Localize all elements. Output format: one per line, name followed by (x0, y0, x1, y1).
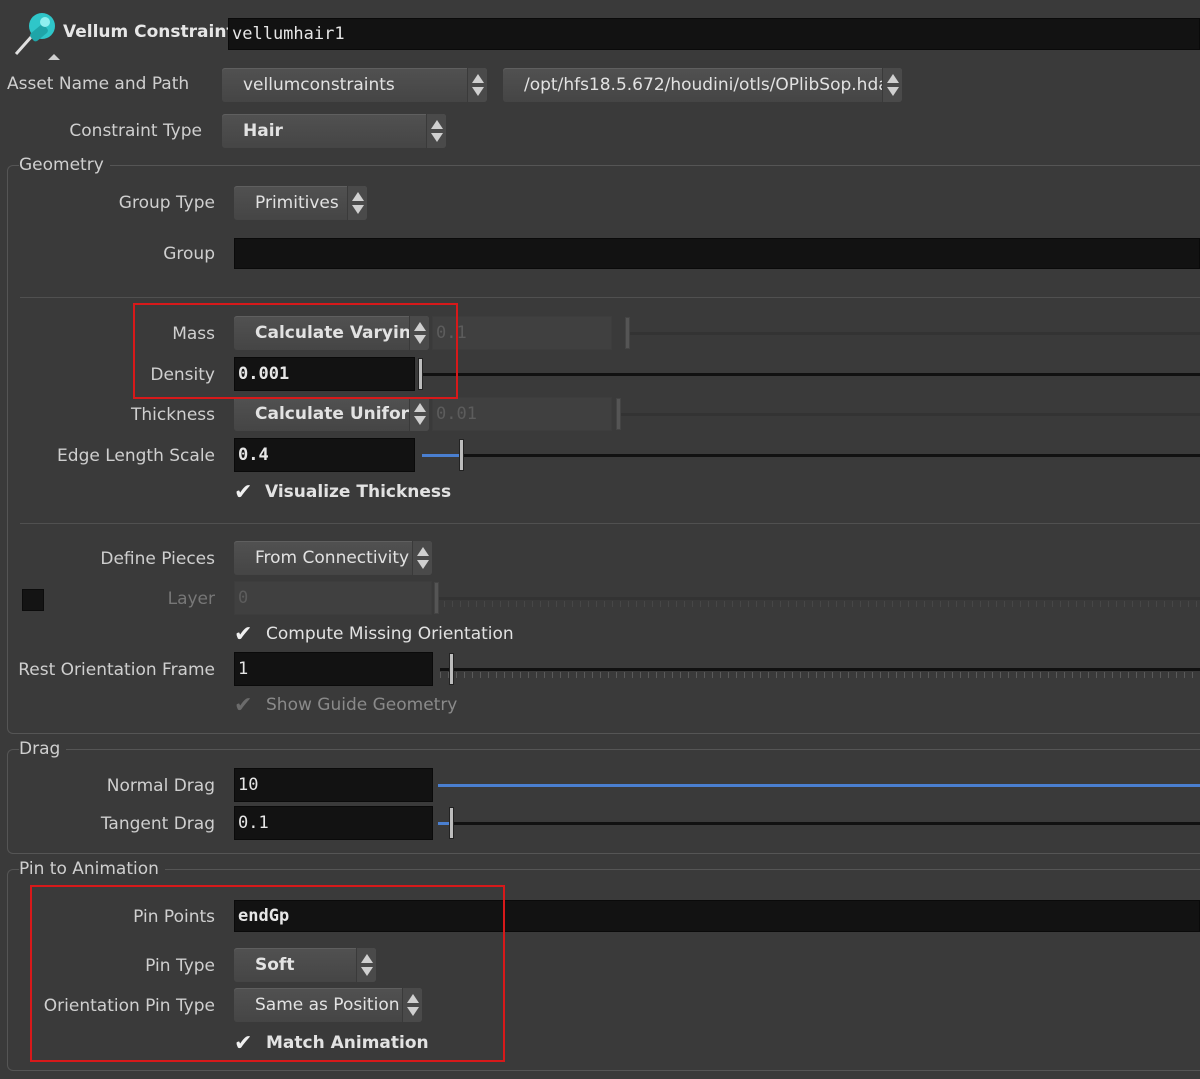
thickness-slider-handle (616, 398, 621, 430)
thickness-label: Thickness (130, 405, 215, 425)
updown-arrows-icon (882, 68, 902, 102)
geometry-folder-title: Geometry (19, 155, 110, 175)
visualize-thickness-label: Visualize Thickness (265, 482, 452, 502)
edge-length-scale-field[interactable]: 0.4 (234, 438, 415, 472)
show-guide-geometry-label: Show Guide Geometry (266, 695, 458, 715)
mass-slider-track (625, 332, 1200, 335)
separator (20, 523, 1200, 524)
tangent-drag-slider-track[interactable] (438, 822, 1200, 825)
layer-slider-ticks (436, 601, 1200, 607)
normal-drag-label: Normal Drag (106, 776, 215, 796)
group-type-menu[interactable]: Primitives (234, 186, 367, 220)
edge-length-scale-slider-track[interactable] (422, 454, 1200, 457)
drag-folder (7, 749, 1200, 854)
thickness-menu[interactable]: Calculate Uniform (234, 397, 429, 431)
thickness-slider-track (616, 413, 1200, 416)
tangent-drag-field[interactable]: 0.1 (234, 806, 433, 840)
pin-highlight-box (30, 885, 505, 1062)
mass-density-highlight-box (133, 303, 458, 399)
rest-orientation-frame-slider-track[interactable] (440, 668, 1200, 671)
node-name-field[interactable]: vellumhair1 (228, 18, 1200, 50)
edge-length-scale-slider-fill (422, 454, 460, 457)
layer-slider-handle (434, 582, 439, 614)
drag-folder-title: Drag (19, 739, 67, 759)
normal-drag-field[interactable]: 10 (234, 768, 433, 802)
thickness-field: 0.01 (432, 397, 612, 431)
constraint-type-value: Hair (243, 121, 283, 141)
compute-missing-orientation-label: Compute Missing Orientation (266, 624, 514, 644)
layer-field: 0 (234, 581, 432, 615)
mass-field: 0.1 (432, 316, 612, 350)
asset-path-value: /opt/hfs18.5.672/houdini/otls/OPlibSop.h… (524, 75, 889, 95)
compute-missing-orientation-checkbox[interactable]: ✔ (234, 624, 256, 646)
normal-drag-slider-fill (438, 784, 1200, 787)
updown-arrows-icon (412, 541, 432, 575)
constraint-type-menu[interactable]: Hair (222, 114, 446, 148)
updown-arrows-icon (426, 114, 446, 148)
thickness-mode-value: Calculate Uniform (255, 404, 427, 424)
edge-length-scale-label: Edge Length Scale (57, 446, 215, 466)
rest-orientation-frame-label: Rest Orientation Frame (18, 660, 215, 680)
density-slider-track[interactable] (420, 373, 1200, 376)
show-guide-geometry-checkbox: ✔ (234, 693, 253, 718)
layer-enable-checkbox[interactable] (22, 589, 44, 611)
asset-path-menu[interactable]: /opt/hfs18.5.672/houdini/otls/OPlibSop.h… (503, 68, 902, 102)
tangent-drag-slider-handle[interactable] (449, 807, 454, 839)
node-header: Vellum Constraints vellumhair1 (0, 0, 1200, 64)
layer-slider-track (436, 597, 1200, 600)
layer-label: Layer (167, 589, 215, 609)
updown-arrows-icon (409, 397, 429, 431)
asset-name-menu[interactable]: vellumconstraints (222, 68, 487, 102)
define-pieces-value: From Connectivity (255, 548, 410, 568)
asset-name-value: vellumconstraints (243, 75, 395, 95)
define-pieces-label: Define Pieces (100, 549, 215, 569)
group-field[interactable] (234, 238, 1200, 269)
tangent-drag-label: Tangent Drag (100, 814, 215, 834)
rest-orientation-frame-field[interactable]: 1 (234, 652, 433, 686)
constraint-type-label: Constraint Type (69, 121, 202, 141)
pin-folder-title: Pin to Animation (19, 859, 165, 879)
group-label: Group (163, 244, 215, 264)
separator (20, 297, 1200, 298)
visualize-thickness-checkbox[interactable]: ✔ (234, 482, 256, 504)
rest-orientation-frame-slider-ticks (440, 672, 1200, 678)
node-type-label: Vellum Constraints (63, 22, 245, 42)
updown-arrows-icon (467, 68, 487, 102)
asset-label: Asset Name and Path (7, 74, 190, 94)
mass-slider-handle (625, 317, 630, 349)
define-pieces-menu[interactable]: From Connectivity (234, 541, 432, 575)
group-type-value: Primitives (255, 193, 339, 213)
rest-orientation-frame-slider-handle[interactable] (449, 653, 454, 685)
edge-length-scale-slider-handle[interactable] (459, 439, 464, 471)
pushpin-icon[interactable] (10, 8, 60, 60)
group-type-label: Group Type (118, 193, 215, 213)
updown-arrows-icon (347, 186, 367, 220)
